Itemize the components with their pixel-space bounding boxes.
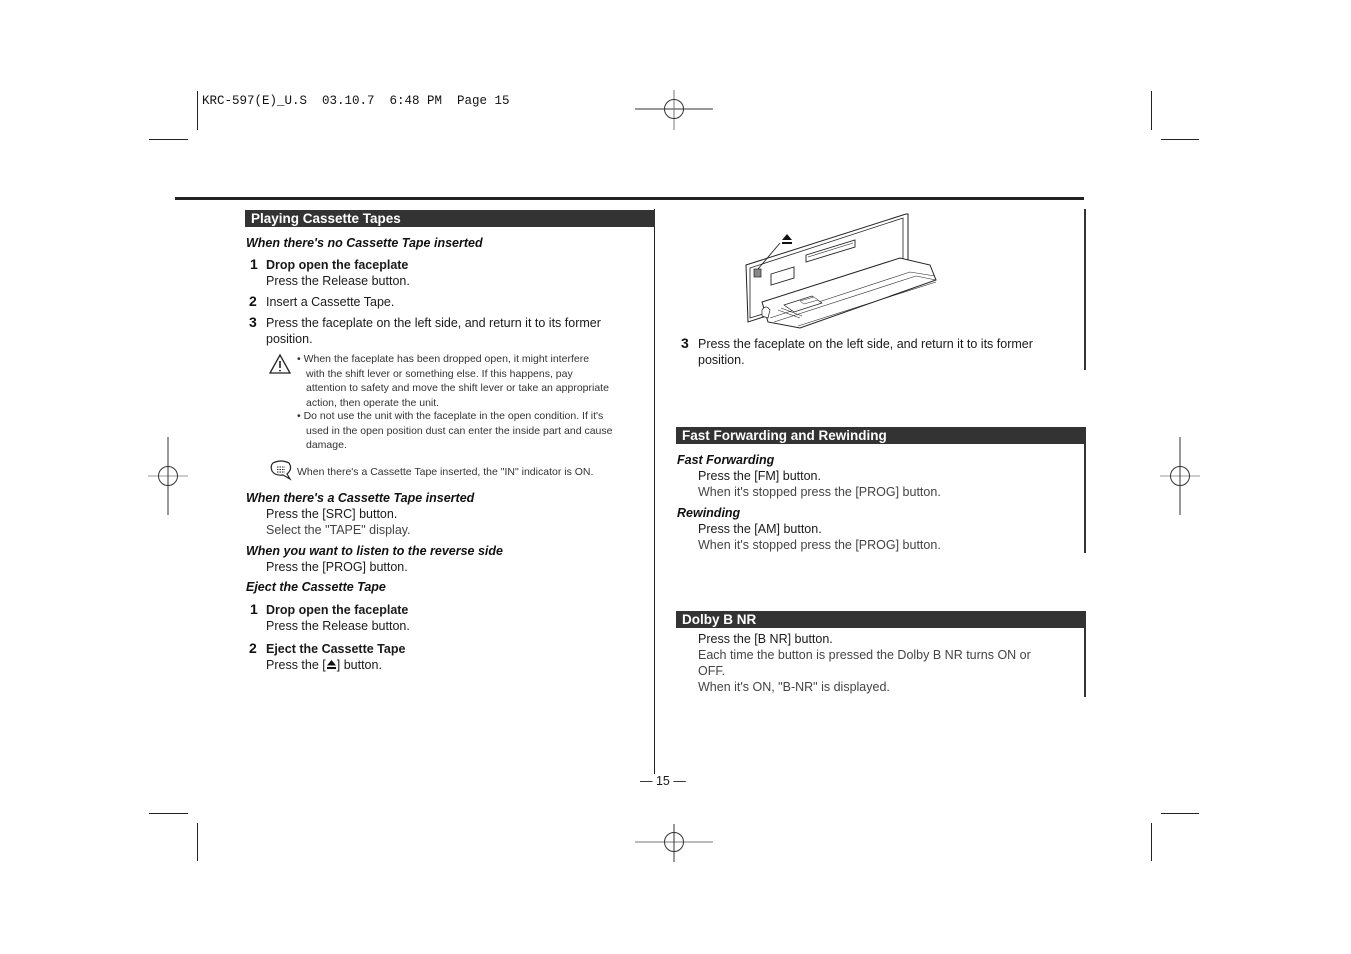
right-margin-rule (1084, 611, 1086, 697)
crop-mark (149, 813, 188, 814)
registration-mark-bottom (635, 824, 713, 862)
crop-mark (149, 139, 188, 140)
page-number: — 15 — (640, 774, 686, 788)
print-slug: KRC-597(E)_U.S 03.10.7 6:48 PM Page 15 (202, 94, 510, 108)
subheading-reverse-side: When you want to listen to the reverse s… (246, 544, 503, 558)
crop-mark (1161, 139, 1199, 140)
registration-mark-top (635, 90, 713, 130)
instruction-text: Press the [B NR] button. (698, 632, 833, 646)
header-rule (175, 197, 1084, 200)
registration-mark-left (148, 437, 188, 515)
caution-line: damage. (306, 439, 347, 451)
speech-bubble-note-icon (270, 460, 292, 481)
instruction-text: Press the [AM] button. (698, 522, 822, 536)
subheading-rewinding: Rewinding (677, 506, 741, 520)
section-title-playing-cassette-tapes: Playing Cassette Tapes (245, 210, 655, 227)
instruction-text: When it's stopped press the [PROG] butto… (698, 538, 941, 552)
crop-mark (1151, 91, 1152, 130)
eject-icon (326, 659, 337, 670)
subheading-fast-forwarding: Fast Forwarding (677, 453, 775, 467)
warning-triangle-icon (268, 353, 292, 374)
step-text-before: Press the [ (266, 658, 326, 672)
caution-line: with the shift lever or something else. … (306, 367, 573, 380)
step-title: Drop open the faceplate (266, 603, 409, 617)
caution-bullet-2: • Do not use the unit with the faceplate… (297, 409, 612, 453)
subheading-no-tape: When there's no Cassette Tape inserted (246, 236, 483, 250)
instruction-text: Select the "TAPE" display. (266, 523, 411, 537)
section-title-dolby-b-nr: Dolby B NR (676, 611, 1086, 628)
step-text: Press the faceplate on the left side, an… (698, 337, 1033, 351)
step-text-after: ] button. (336, 658, 382, 672)
step-number: 3 (249, 314, 257, 330)
section-title-fast-forwarding: Fast Forwarding and Rewinding (676, 427, 1086, 444)
subheading-eject: Eject the Cassette Tape (246, 580, 386, 594)
caution-line: attention to safety and move the shift l… (306, 382, 609, 394)
step-text: position. (698, 353, 745, 367)
right-margin-rule (1084, 427, 1086, 553)
step-title: Eject the Cassette Tape (266, 642, 406, 656)
step-number: 1 (250, 256, 258, 272)
crop-mark (1161, 813, 1199, 814)
step-text: Press the faceplate on the left side, an… (266, 316, 601, 330)
caution-line: used in the open position dust can enter… (306, 424, 613, 437)
crop-mark (197, 91, 198, 130)
right-margin-rule (1084, 209, 1086, 370)
instruction-text: Each time the button is pressed the Dolb… (698, 648, 1031, 662)
registration-mark-right (1160, 437, 1200, 515)
step-text: Insert a Cassette Tape. (266, 295, 395, 309)
faceplate-open-illustration (745, 213, 937, 329)
step-number: 2 (249, 293, 257, 309)
step-number: 2 (249, 640, 257, 656)
instruction-text: OFF. (698, 664, 726, 678)
step-number: 1 (250, 601, 258, 617)
caution-bullet-1: • When the faceplate has been dropped op… (297, 352, 609, 410)
instruction-text: Press the [FM] button. (698, 469, 821, 483)
step-text: Press the Release button. (266, 274, 410, 288)
caution-line: • When the faceplate has been dropped op… (297, 353, 590, 365)
column-divider (654, 209, 655, 774)
subheading-tape-inserted: When there's a Cassette Tape inserted (246, 491, 475, 505)
step-text: Press the Release button. (266, 619, 410, 633)
caution-line: • Do not use the unit with the faceplate… (297, 410, 604, 422)
crop-mark (1151, 823, 1152, 861)
instruction-text: Press the [SRC] button. (266, 507, 398, 521)
instruction-text: When it's stopped press the [PROG] butto… (698, 485, 941, 499)
step-text: position. (266, 332, 313, 346)
step-number: 3 (681, 335, 689, 351)
step-text-eject: Press the [ ] button. (266, 658, 382, 672)
eject-icon (782, 234, 792, 240)
instruction-text: Press the [PROG] button. (266, 560, 408, 574)
caution-line: action, then operate the unit. (306, 396, 440, 409)
step-title: Drop open the faceplate (266, 258, 409, 272)
instruction-text: When it's ON, "B-NR" is displayed. (698, 680, 890, 694)
crop-mark (197, 823, 198, 861)
info-note-text: When there's a Cassette Tape inserted, t… (297, 466, 594, 478)
